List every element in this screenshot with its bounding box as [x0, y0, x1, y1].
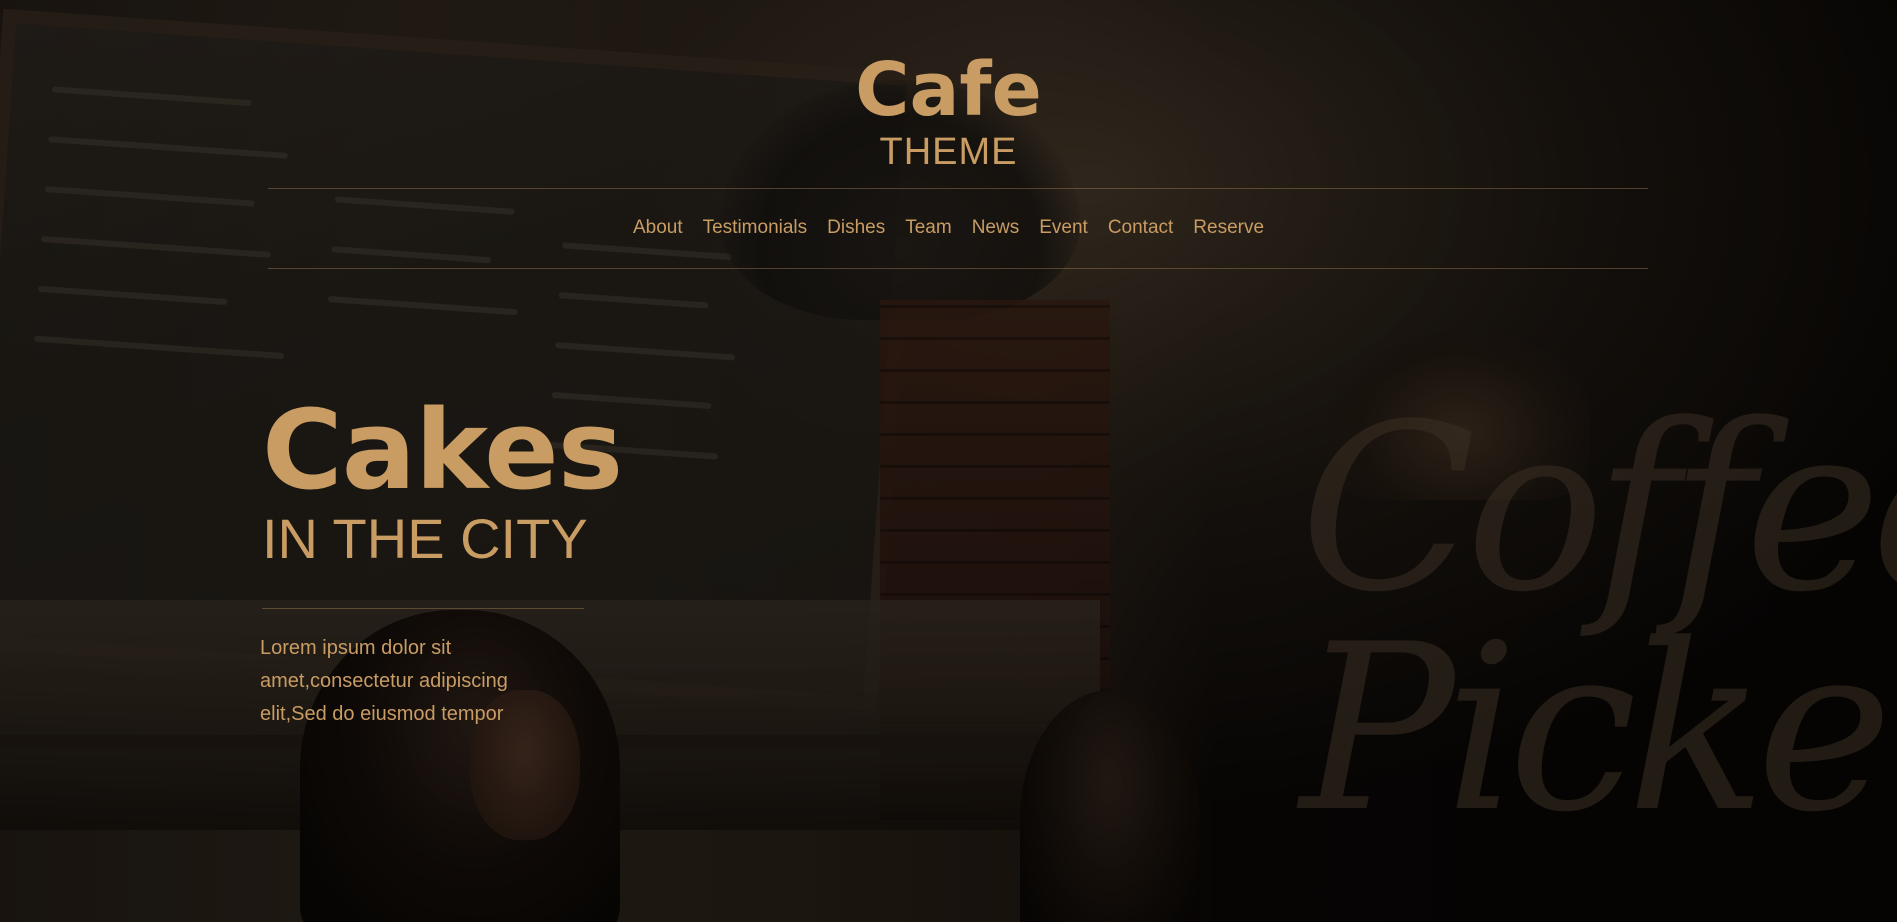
nav-link-contact[interactable]: Contact — [1108, 215, 1173, 241]
hero-heading: Cakes IN THE CITY — [262, 386, 623, 571]
nav-link-dishes[interactable]: Dishes — [827, 215, 885, 241]
main-nav: About Testimonials Dishes Team News Even… — [0, 215, 1897, 241]
nav-link-team[interactable]: Team — [905, 215, 951, 241]
site-brand[interactable]: Cafe THEME — [0, 50, 1897, 174]
nav-link-about[interactable]: About — [633, 215, 683, 241]
hero-description: Lorem ipsum dolor sit amet,consectetur a… — [260, 637, 508, 725]
nav-bottom-divider — [268, 268, 1648, 269]
hero-subtitle: IN THE CITY — [262, 507, 588, 570]
hero-divider — [262, 608, 584, 609]
brand-title: Cafe — [855, 47, 1042, 133]
nav-link-news[interactable]: News — [972, 215, 1020, 241]
nav-link-event[interactable]: Event — [1039, 215, 1088, 241]
hero-title: Cakes — [262, 386, 623, 514]
hero-section: Coffee Picker Cafe THEME About Testimoni… — [0, 0, 1897, 922]
brand-subtitle: THEME — [879, 131, 1018, 173]
nav-top-divider — [268, 188, 1648, 189]
nav-link-testimonials[interactable]: Testimonials — [703, 215, 808, 241]
nav-link-reserve[interactable]: Reserve — [1193, 215, 1264, 241]
